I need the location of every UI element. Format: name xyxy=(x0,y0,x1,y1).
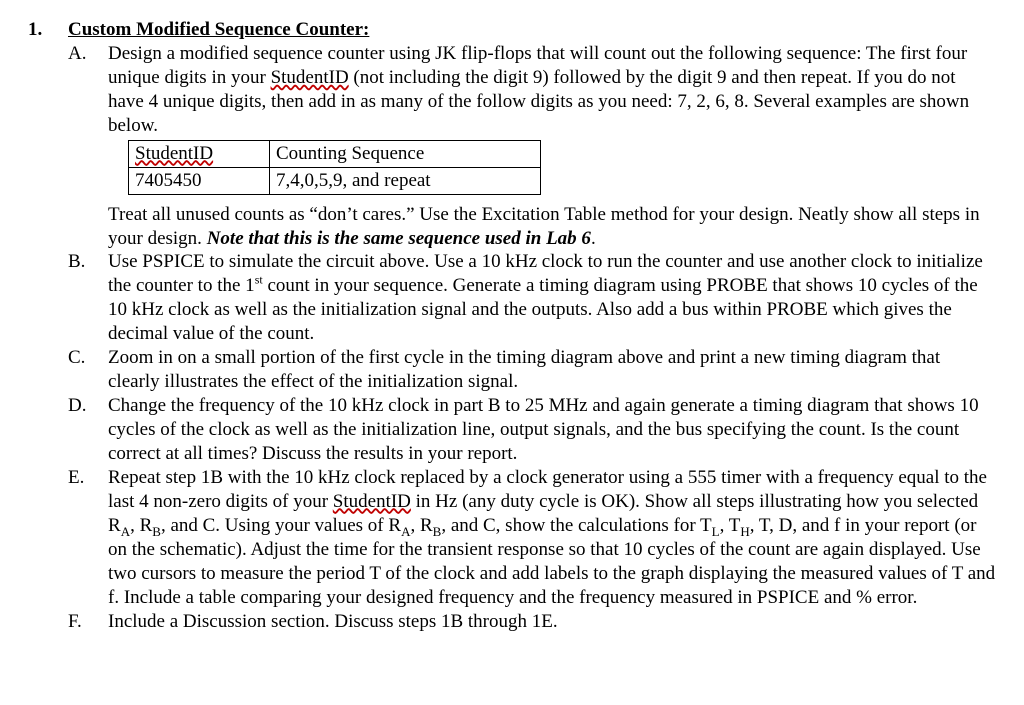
item-D-letter: D. xyxy=(68,394,108,466)
item-A-wavy-1: StudentID xyxy=(271,67,349,88)
item-E: E. Repeat step 1B with the 10 kHz clock … xyxy=(68,466,996,610)
item-A: A. Design a modified sequence counter us… xyxy=(68,42,996,251)
problem-title: Custom Modified Sequence Counter: xyxy=(68,19,369,40)
sub-L: L xyxy=(712,524,720,539)
item-C-letter: C. xyxy=(68,346,108,394)
item-B-letter: B. xyxy=(68,250,108,346)
problem-header-row: 1. Custom Modified Sequence Counter: A. … xyxy=(28,18,996,633)
item-F-letter: F. xyxy=(68,610,108,634)
item-F: F. Include a Discussion section. Discuss… xyxy=(68,610,996,634)
problem-body: Custom Modified Sequence Counter: A. Des… xyxy=(68,18,996,633)
item-E-text: Repeat step 1B with the 10 kHz clock rep… xyxy=(108,466,996,610)
item-E-c1: , R xyxy=(130,515,152,536)
item-E-c3: , R xyxy=(410,515,432,536)
sub-B1: B xyxy=(152,524,161,539)
item-E-wavy-1: StudentID xyxy=(333,491,411,512)
table-header-sequence: Counting Sequence xyxy=(270,140,541,167)
item-D-text: Change the frequency of the 10 kHz clock… xyxy=(108,394,996,466)
sequence-table: StudentID Counting Sequence 7405450 7,4,… xyxy=(128,140,541,195)
item-A-letter: A. xyxy=(68,42,108,251)
item-F-text: Include a Discussion section. Discuss st… xyxy=(108,610,996,634)
item-E-c5: , T xyxy=(720,515,741,536)
page: 1. Custom Modified Sequence Counter: A. … xyxy=(0,0,1024,705)
item-E-c2: , and C. Using your values of R xyxy=(161,515,401,536)
problem-number: 1. xyxy=(28,18,68,633)
table-cell-sequence: 7,4,0,5,9, and repeat xyxy=(270,167,541,194)
sub-H: H xyxy=(740,524,749,539)
item-B-text: Use PSPICE to simulate the circuit above… xyxy=(108,250,996,346)
item-A-note: Note that this is the same sequence used… xyxy=(207,228,591,249)
table-row: 7405450 7,4,0,5,9, and repeat xyxy=(129,167,541,194)
item-E-letter: E. xyxy=(68,466,108,610)
item-C-text: Zoom in on a small portion of the first … xyxy=(108,346,996,394)
table-header-studentid-label: StudentID xyxy=(135,143,213,164)
sub-B2: B xyxy=(433,524,442,539)
table-header-studentid: StudentID xyxy=(129,140,270,167)
sub-A1: A xyxy=(121,524,130,539)
table-cell-studentid: 7405450 xyxy=(129,167,270,194)
item-B: B. Use PSPICE to simulate the circuit ab… xyxy=(68,250,996,346)
item-E-c4: , and C, show the calculations for T xyxy=(441,515,711,536)
item-A-period: . xyxy=(591,228,596,249)
item-D: D. Change the frequency of the 10 kHz cl… xyxy=(68,394,996,466)
table-row: StudentID Counting Sequence xyxy=(129,140,541,167)
item-A-text: Design a modified sequence counter using… xyxy=(108,42,996,251)
item-B-sup: st xyxy=(255,273,263,287)
item-C: C. Zoom in on a small portion of the fir… xyxy=(68,346,996,394)
